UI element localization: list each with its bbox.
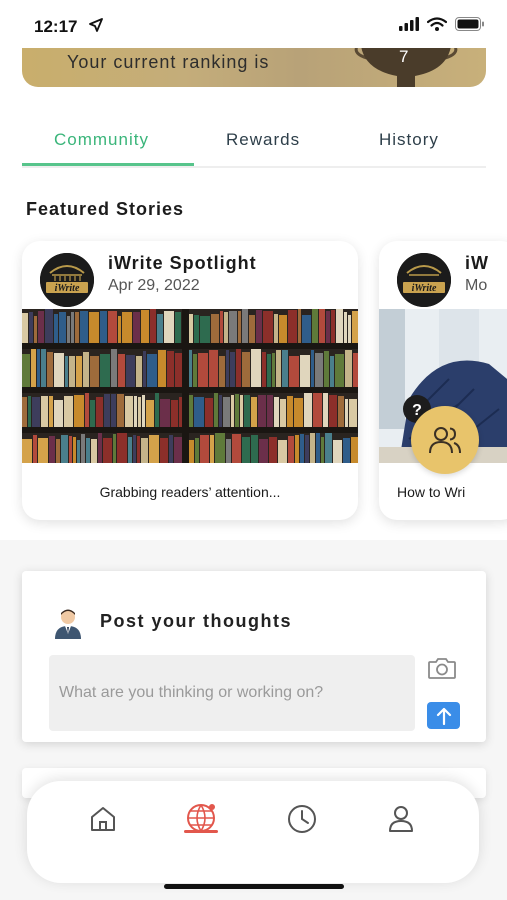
- nav-active-indicator: [184, 830, 218, 833]
- post-title: Post your thoughts: [100, 611, 292, 631]
- story-author: iW: [465, 253, 489, 273]
- logo-text: iWrite: [412, 283, 437, 294]
- status-icons: [399, 17, 485, 31]
- home-indicator: [164, 884, 344, 889]
- logo-text: iWrite: [55, 283, 80, 294]
- story-caption: How to Wri: [397, 484, 466, 500]
- status-time: 12:17: [34, 17, 78, 36]
- camera-icon[interactable]: [427, 656, 457, 680]
- nav-profile[interactable]: [381, 799, 421, 839]
- story-caption: Grabbing readers’ attention...: [99, 484, 281, 500]
- ranking-label: Your current ranking is: [67, 52, 270, 72]
- featured-stories-title: Featured Stories: [26, 199, 185, 219]
- tab-community[interactable]: Community: [54, 130, 149, 150]
- post-input[interactable]: [49, 655, 415, 731]
- signal-icon: [399, 17, 419, 31]
- send-button[interactable]: [427, 702, 460, 729]
- tab-history[interactable]: History: [379, 130, 439, 150]
- story-date: Mo: [465, 277, 488, 294]
- status-bar: 12:17: [0, 0, 507, 48]
- arrow-up-icon: [436, 707, 451, 725]
- location-arrow-icon: [89, 18, 103, 32]
- bottom-navigation: [27, 781, 479, 883]
- story-card[interactable]: iWrite iW Mo ? How to Wri: [379, 241, 507, 520]
- active-tab-indicator: [22, 163, 194, 166]
- nav-history[interactable]: [282, 799, 322, 839]
- story-author: iWrite Spotlight: [108, 253, 257, 273]
- nav-home[interactable]: [83, 799, 123, 839]
- community-fab-button[interactable]: [411, 406, 479, 474]
- tab-rewards[interactable]: Rewards: [226, 130, 300, 150]
- nav-community[interactable]: [181, 799, 221, 839]
- people-icon: [429, 427, 461, 454]
- iwrite-logo: iWrite: [40, 253, 94, 307]
- tab-bar: Community Rewards History: [22, 118, 486, 168]
- battery-icon: [455, 17, 484, 31]
- wifi-icon: [427, 17, 447, 31]
- home-icon: [91, 807, 115, 831]
- iwrite-logo: iWrite: [397, 253, 451, 307]
- clock-icon: [288, 805, 316, 833]
- bookshelf-image: [22, 309, 358, 463]
- profile-icon: [389, 806, 413, 832]
- user-avatar-icon: [55, 609, 81, 639]
- story-card[interactable]: iWrite iWrite Spotlight Apr 29, 2022 Gra…: [22, 241, 358, 520]
- ranking-value: 7: [399, 47, 409, 66]
- post-composer: Post your thoughts: [22, 571, 486, 742]
- story-date: Apr 29, 2022: [108, 277, 200, 294]
